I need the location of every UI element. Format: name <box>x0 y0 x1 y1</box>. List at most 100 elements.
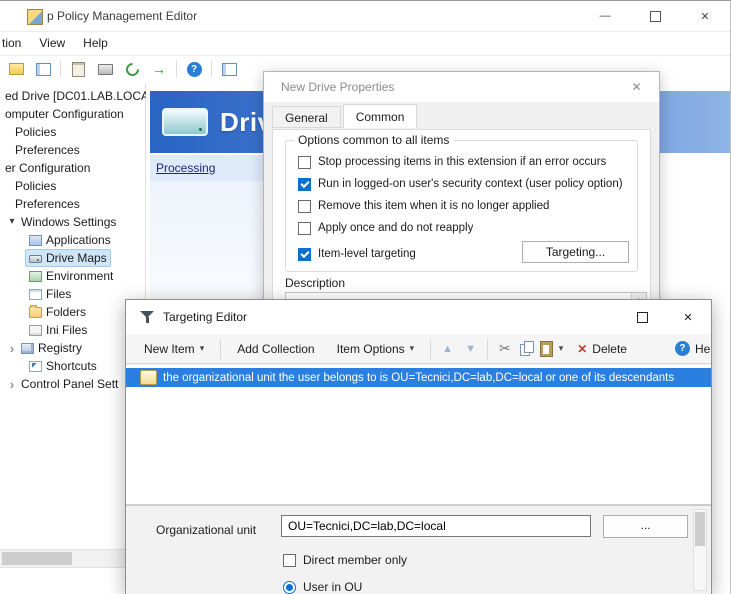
add-collection-button[interactable]: Add Collection <box>229 337 322 361</box>
toolbar-separator <box>176 60 177 78</box>
targeting-item-organizational-unit[interactable]: the organizational unit the user belongs… <box>126 368 711 387</box>
scrollbar-thumb[interactable] <box>695 512 705 546</box>
tree-item-files[interactable]: Files <box>0 285 145 303</box>
tree-item-computer-preferences[interactable]: Preferences <box>0 141 145 159</box>
user-in-ou-option[interactable]: User in OU <box>283 579 362 594</box>
maximize-icon <box>650 11 661 22</box>
tree-horizontal-scrollbar[interactable] <box>0 549 144 568</box>
stop-processing-checkbox[interactable] <box>298 156 311 169</box>
tab-label: General <box>285 111 328 125</box>
copy-button[interactable] <box>520 341 534 356</box>
tree-item-registry[interactable]: › Registry <box>0 339 145 357</box>
tree-item-drive-maps[interactable]: Drive Maps <box>0 249 145 267</box>
environment-icon <box>29 271 42 282</box>
option-label: Run in logged-on user's security context… <box>318 178 623 190</box>
files-icon <box>29 289 42 300</box>
tree-item-label: Registry <box>38 341 82 355</box>
clipboard-icon[interactable] <box>68 59 88 79</box>
remove-item-checkbox[interactable] <box>298 200 311 213</box>
paste-button[interactable] <box>540 341 553 357</box>
toolbar-separator <box>487 339 488 359</box>
tree-item-computer-policies[interactable]: Policies <box>0 123 145 141</box>
dialog-title-bar: New Drive Properties <box>264 72 659 102</box>
navigation-icon[interactable] <box>6 59 26 79</box>
delete-button[interactable]: ✕ Delete <box>569 337 635 361</box>
processing-link[interactable]: Processing <box>156 161 215 175</box>
minimize-button[interactable]: — <box>580 1 630 31</box>
option-run-in-user-context[interactable]: Run in logged-on user's security context… <box>298 176 627 192</box>
dialog-tabs: General Common <box>272 106 419 128</box>
tab-general[interactable]: General <box>272 106 341 128</box>
tree-item-label: Preferences <box>15 197 80 211</box>
item-options-label: Item Options <box>337 342 405 356</box>
item-options-button[interactable]: Item Options ▾ <box>329 337 423 361</box>
help-question-glyph: ? <box>191 64 197 75</box>
expander-collapsed-icon[interactable]: › <box>6 341 18 356</box>
move-up-button[interactable]: ▲ <box>439 343 456 355</box>
drive-header-icon <box>162 108 208 136</box>
direct-member-only-option[interactable]: Direct member only <box>283 552 407 568</box>
targeting-editor-dialog: Targeting Editor ✕ New Item ▾ Add Collec… <box>125 299 712 594</box>
tree-item-computer-configuration[interactable]: omputer Configuration <box>0 105 145 123</box>
move-down-button[interactable]: ▼ <box>462 343 479 355</box>
close-button[interactable]: ✕ <box>680 1 730 31</box>
paste-dropdown-icon[interactable]: ▾ <box>559 343 564 354</box>
tree-item-mapped-drive[interactable]: ed Drive [DC01.LAB.LOCA <box>0 87 145 105</box>
new-item-button[interactable]: New Item ▾ <box>136 337 212 361</box>
console-tree-toggle-icon[interactable] <box>33 59 53 79</box>
tree-item-control-panel-settings[interactable]: ›Control Panel Sett <box>0 375 145 393</box>
tree-item-label: omputer Configuration <box>5 107 124 121</box>
expander-collapsed-icon[interactable]: › <box>6 377 18 392</box>
properties-scrollbar[interactable] <box>693 509 707 591</box>
menu-action[interactable]: tion <box>0 36 30 50</box>
targeting-button[interactable]: Targeting... <box>522 241 629 263</box>
option-stop-processing[interactable]: Stop processing items in this extension … <box>298 154 627 170</box>
maximize-button[interactable] <box>630 1 680 31</box>
direct-member-checkbox[interactable] <box>283 554 296 567</box>
user-in-ou-radio[interactable] <box>283 581 296 594</box>
item-level-targeting-checkbox[interactable] <box>298 248 311 261</box>
refresh-icon[interactable] <box>122 59 142 79</box>
targeting-items-list[interactable]: the organizational unit the user belongs… <box>126 365 711 505</box>
option-remove-when-not-applied[interactable]: Remove this item when it is no longer ap… <box>298 198 627 214</box>
help-label: Help <box>695 342 712 356</box>
options-group-box: Options common to all items Stop process… <box>285 140 638 272</box>
dropdown-icon: ▾ <box>200 343 205 354</box>
tree-item-ini-files[interactable]: Ini Files <box>0 321 145 339</box>
tree-item-applications[interactable]: Applications <box>0 231 145 249</box>
scrollbar-thumb[interactable] <box>2 552 72 565</box>
tree-item-user-policies[interactable]: Policies <box>0 177 145 195</box>
tree-item-shortcuts[interactable]: Shortcuts <box>0 357 145 375</box>
toolbar-separator <box>220 339 221 359</box>
close-button[interactable]: ✕ <box>665 300 711 334</box>
tree-item-label: Windows Settings <box>21 215 116 229</box>
option-apply-once[interactable]: Apply once and do not reapply <box>298 220 627 236</box>
help-icon[interactable]: ? <box>184 59 204 79</box>
maximize-button[interactable] <box>619 300 665 334</box>
tree-item-user-preferences[interactable]: Preferences <box>0 195 145 213</box>
export-list-icon[interactable]: → <box>149 59 169 79</box>
tab-common[interactable]: Common <box>343 104 418 128</box>
app-icon <box>27 9 43 25</box>
close-icon: ✕ <box>700 10 709 23</box>
tree-item-environment[interactable]: Environment <box>0 267 145 285</box>
apply-once-checkbox[interactable] <box>298 222 311 235</box>
cut-button[interactable]: ✂ <box>496 340 514 357</box>
list-view-icon[interactable] <box>219 59 239 79</box>
print-icon[interactable] <box>95 59 115 79</box>
tree-item-folders[interactable]: Folders <box>0 303 145 321</box>
export-arrow-glyph: → <box>152 61 166 77</box>
organizational-unit-input[interactable] <box>281 515 591 537</box>
menu-help[interactable]: Help <box>74 36 117 50</box>
help-button[interactable]: ? Help <box>667 337 712 361</box>
tree-item-user-configuration[interactable]: er Configuration <box>0 159 145 177</box>
tree-item-windows-settings[interactable]: ▾Windows Settings <box>0 213 145 231</box>
ini-files-icon <box>29 325 42 336</box>
menu-view[interactable]: View <box>30 36 74 50</box>
browse-button[interactable]: ... <box>603 515 688 538</box>
run-user-context-checkbox[interactable] <box>298 178 311 191</box>
expander-expanded-icon[interactable]: ▾ <box>6 213 18 231</box>
dialog-close-button[interactable]: ✕ <box>614 72 659 102</box>
targeting-toolbar: New Item ▾ Add Collection Item Options ▾… <box>126 334 711 364</box>
tree-item-label: Policies <box>15 179 56 193</box>
